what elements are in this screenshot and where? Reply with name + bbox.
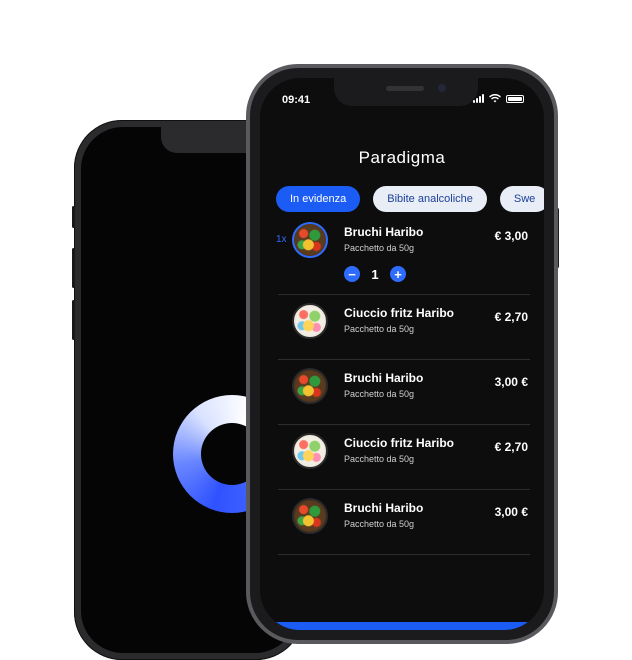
page-title: Paradigma [358,148,446,167]
wifi-icon [489,94,501,103]
product-thumbnail [292,303,328,339]
product-thumbnail [292,368,328,404]
front-phone: 09:41 Paradigma In evidenza Bibite analc… [246,64,558,644]
product-price: 3,00 € [494,375,528,389]
product-row[interactable]: 1x Bruchi Haribo Pacchetto da 50g € 3,00… [276,214,530,295]
product-price: € 3,00 [494,229,528,243]
battery-icon [506,95,524,103]
back-phone-side-button [72,248,75,288]
back-phone-side-button [72,300,75,340]
product-name: Bruchi Haribo [344,501,424,515]
product-subtitle: Pacchetto da 50g [344,324,415,334]
decrement-button[interactable]: − [344,266,360,282]
category-tabs: In evidenza Bibite analcoliche Swe [276,186,544,212]
quantity-prefix: 1x [276,234,287,245]
product-subtitle: Pacchetto da 50g [344,243,415,253]
product-price: € 2,70 [494,440,528,454]
product-price: 3,00 € [494,505,528,519]
tab-bibite-analcoliche[interactable]: Bibite analcoliche [373,186,487,212]
product-thumbnail [292,433,328,469]
product-subtitle: Pacchetto da 50g [344,389,415,399]
product-row[interactable]: Ciuccio fritz Haribo Pacchetto da 50g € … [278,425,530,490]
signal-icon [473,94,484,103]
product-thumbnail [292,498,328,534]
product-subtitle: Pacchetto da 50g [344,519,415,529]
app-screen: 09:41 Paradigma In evidenza Bibite analc… [260,78,544,630]
product-name: Ciuccio fritz Haribo [344,306,455,320]
speaker-grille [386,86,424,91]
cart-bar[interactable] [260,622,544,630]
quantity-stepper: − 1 + [344,266,406,282]
tab-sweets[interactable]: Swe [499,186,544,212]
product-row[interactable]: Bruchi Haribo Pacchetto da 50g 3,00 € [278,360,530,425]
product-subtitle: Pacchetto da 50g [344,454,415,464]
product-thumbnail [292,222,328,258]
product-row[interactable]: Bruchi Haribo Pacchetto da 50g 3,00 € [278,490,530,555]
status-icons [473,94,524,103]
product-name: Bruchi Haribo [344,225,424,239]
quantity-value: 1 [371,266,379,282]
front-camera [438,84,446,92]
product-name: Ciuccio fritz Haribo [344,436,455,450]
tab-in-evidenza[interactable]: In evidenza [276,186,361,212]
product-price: € 2,70 [494,310,528,324]
product-list: 1x Bruchi Haribo Pacchetto da 50g € 3,00… [276,214,530,555]
status-time: 09:41 [282,94,311,106]
front-phone-notch [334,78,478,106]
increment-button[interactable]: + [390,266,406,282]
back-phone-side-button [72,206,75,228]
product-row[interactable]: Ciuccio fritz Haribo Pacchetto da 50g € … [278,295,530,360]
product-name: Bruchi Haribo [344,371,424,385]
